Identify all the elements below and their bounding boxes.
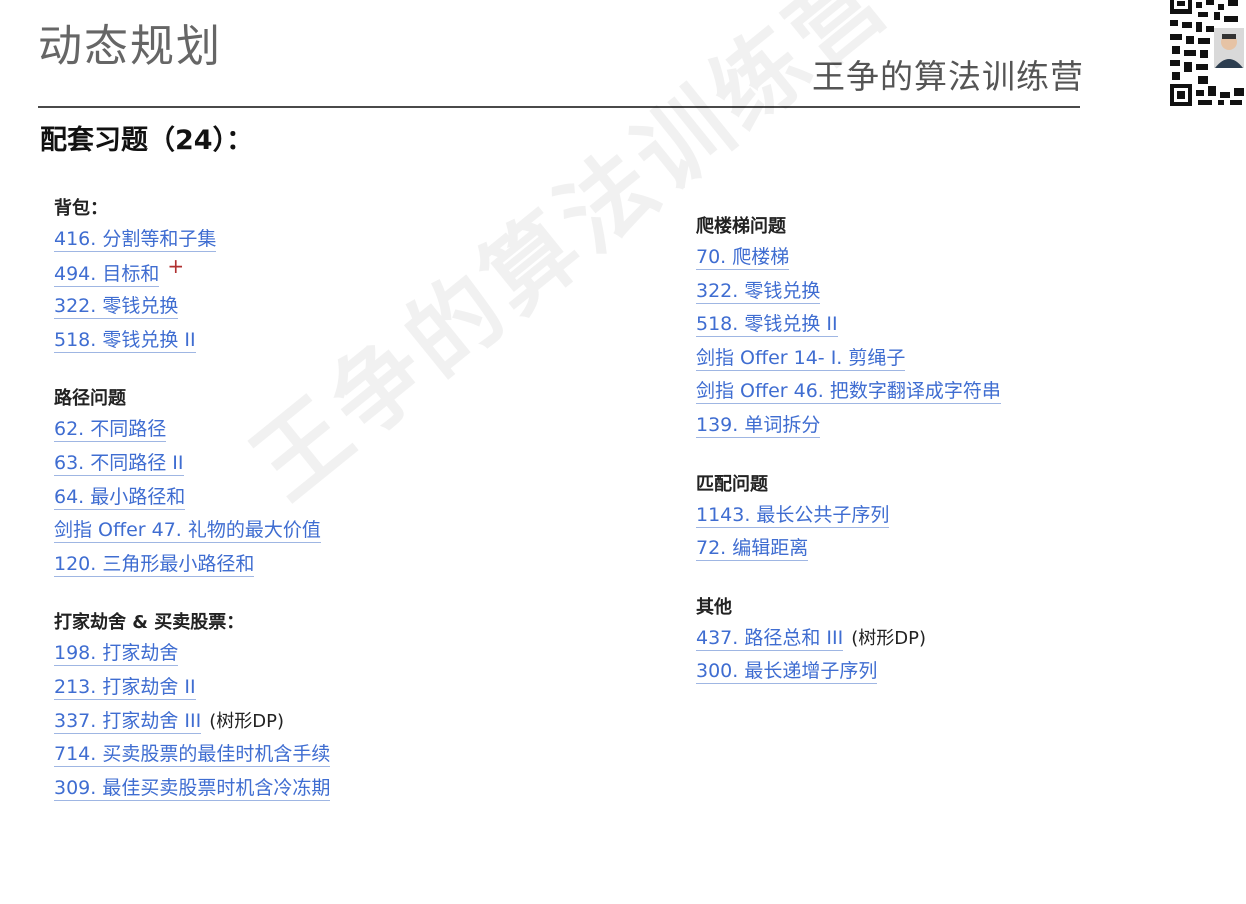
problem-link[interactable]: 62. 不同路径 xyxy=(54,418,167,443)
section-other: 其他 437. 路径总和 III (树形DP) 300. 最长递增子序列 xyxy=(696,595,1001,692)
problem-link[interactable]: 213. 打家劫舍 II xyxy=(54,675,196,700)
section-title: 路径问题 xyxy=(54,388,126,410)
plus-mark-icon: + xyxy=(167,253,185,278)
right-column: 爬楼梯问题 70. 爬楼梯 322. 零钱兑换 518. 零钱兑换 II 剑指 … xyxy=(696,214,1001,718)
qr-code-icon xyxy=(1168,0,1246,107)
list-item: 322. 零钱兑换 xyxy=(54,293,330,327)
item-note: (树形DP) xyxy=(851,627,926,649)
list-item: 139. 单词拆分 xyxy=(696,412,1001,446)
problem-link[interactable]: 714. 买卖股票的最佳时机含手续 xyxy=(54,743,331,768)
section-title: 背包： xyxy=(54,198,108,219)
list-item: 416. 分割等和子集 xyxy=(54,226,330,260)
page-title: 动态规划 xyxy=(38,21,222,72)
list-item: 70. 爬楼梯 xyxy=(696,244,1001,278)
brand-name: 王争的算法训练营 xyxy=(812,57,1084,96)
problem-link[interactable]: 518. 零钱兑换 II xyxy=(54,328,196,353)
list-item: 300. 最长递增子序列 xyxy=(696,658,1001,692)
list-item: 714. 买卖股票的最佳时机含手续 xyxy=(54,741,331,775)
problem-link[interactable]: 剑指 Offer 14- I. 剪绳子 xyxy=(696,346,906,371)
problem-link[interactable]: 剑指 Offer 47. 礼物的最大价值 xyxy=(54,519,321,544)
problem-link[interactable]: 63. 不同路径 II xyxy=(54,451,184,476)
problem-link[interactable]: 64. 最小路径和 xyxy=(54,485,186,510)
problem-link[interactable]: 309. 最佳买卖股票时机含冷冻期 xyxy=(54,776,331,801)
list-item: 剑指 Offer 14- I. 剪绳子 xyxy=(696,345,1001,379)
section-matching: 匹配问题 1143. 最长公共子序列 72. 编辑距离 xyxy=(696,472,1001,569)
list-item: 322. 零钱兑换 xyxy=(696,278,1001,312)
list-item: 1143. 最长公共子序列 xyxy=(696,502,1001,536)
problem-link[interactable]: 198. 打家劫舍 xyxy=(54,642,179,667)
list-item: 剑指 Offer 47. 礼物的最大价值 xyxy=(54,517,330,551)
list-item: 309. 最佳买卖股票时机含冷冻期 xyxy=(54,775,331,809)
list-item: 213. 打家劫舍 II xyxy=(54,674,330,708)
problem-link[interactable]: 1143. 最长公共子序列 xyxy=(696,503,890,528)
list-item: 63. 不同路径 II xyxy=(54,450,330,484)
problem-link[interactable]: 剑指 Offer 46. 把数字翻译成字符串 xyxy=(696,380,1001,405)
header-rule xyxy=(38,106,1080,108)
problem-link[interactable]: 437. 路径总和 III xyxy=(696,626,844,651)
section-title: 打家劫舍 & 买卖股票： xyxy=(54,612,245,634)
list-item: 120. 三角形最小路径和 xyxy=(54,551,330,585)
problem-link[interactable]: 322. 零钱兑换 xyxy=(696,279,821,304)
problem-link[interactable]: 337. 打家劫舍 III xyxy=(54,709,202,734)
problem-link[interactable]: 120. 三角形最小路径和 xyxy=(54,552,255,577)
problem-link[interactable]: 494. 目标和 xyxy=(54,262,160,287)
problem-link[interactable]: 416. 分割等和子集 xyxy=(54,228,217,252)
list-item: 72. 编辑距离 xyxy=(696,535,1001,569)
list-item: 494. 目标和 + xyxy=(54,254,330,294)
list-item: 64. 最小路径和 xyxy=(54,484,330,518)
section-title: 匹配问题 xyxy=(696,473,768,495)
section-stairs: 爬楼梯问题 70. 爬楼梯 322. 零钱兑换 518. 零钱兑换 II 剑指 … xyxy=(696,214,1001,446)
problem-link[interactable]: 70. 爬楼梯 xyxy=(696,246,790,270)
list-item: 518. 零钱兑换 II xyxy=(54,327,330,361)
list-item: 437. 路径总和 III (树形DP) xyxy=(696,625,1001,659)
problem-link[interactable]: 300. 最长递增子序列 xyxy=(696,660,878,685)
problem-link[interactable]: 322. 零钱兑换 xyxy=(54,295,179,320)
exercise-heading: 配套习题（24）： xyxy=(40,125,254,156)
problem-link[interactable]: 139. 单词拆分 xyxy=(696,413,821,438)
problem-link[interactable]: 518. 零钱兑换 II xyxy=(696,313,838,338)
list-item: 518. 零钱兑换 II xyxy=(696,311,1001,345)
left-column: 背包： 416. 分割等和子集 494. 目标和 + 322. 零钱兑换 518.… xyxy=(54,196,331,834)
section-path: 路径问题 62. 不同路径 63. 不同路径 II 64. 最小路径和 剑指 O… xyxy=(54,386,330,584)
list-item: 337. 打家劫舍 III (树形DP) xyxy=(54,708,330,742)
section-title: 爬楼梯问题 xyxy=(696,216,786,237)
list-item: 剑指 Offer 46. 把数字翻译成字符串 xyxy=(696,378,1001,412)
problem-link[interactable]: 72. 编辑距离 xyxy=(696,537,809,562)
section-title: 其他 xyxy=(696,596,732,618)
list-item: 198. 打家劫舍 xyxy=(54,640,330,674)
section-robbery-stocks: 打家劫舍 & 买卖股票： 198. 打家劫舍 213. 打家劫舍 II 337.… xyxy=(54,610,331,809)
item-note: (树形DP) xyxy=(209,710,284,732)
section-knapsack: 背包： 416. 分割等和子集 494. 目标和 + 322. 零钱兑换 518.… xyxy=(54,196,330,360)
list-item: 62. 不同路径 xyxy=(54,416,330,450)
